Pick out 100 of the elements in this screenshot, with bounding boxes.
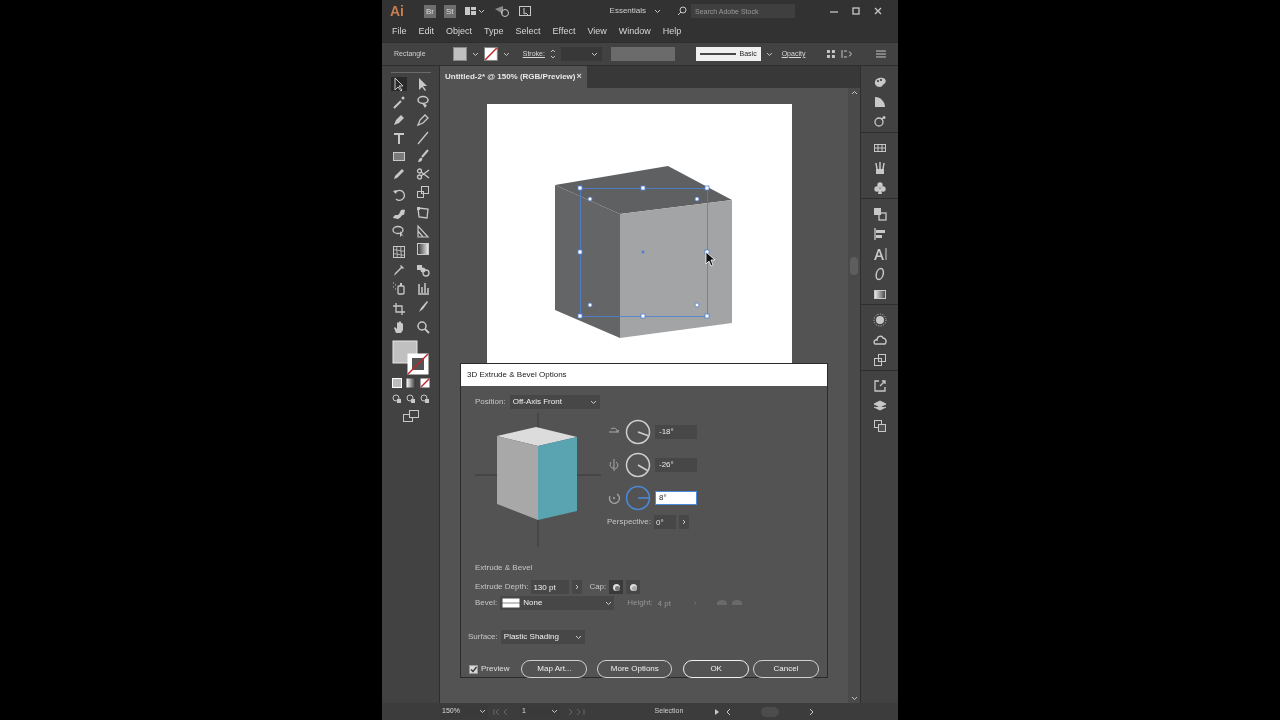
line-icon[interactable] [415,131,430,145]
chevron-up-icon[interactable] [850,90,858,95]
shape-builder-icon[interactable] [391,224,406,238]
position-dropdown[interactable]: Off-Axis Front [509,395,600,409]
asset-export-icon[interactable] [872,353,887,367]
chevron-down-icon[interactable] [850,696,858,701]
dialog-button[interactable]: More Options [597,660,673,678]
chevron-left-icon[interactable] [726,707,731,716]
chevron-down-icon[interactable] [472,51,480,57]
gradient-icon[interactable] [415,242,430,256]
cap-off-button[interactable] [626,580,641,594]
extrude-depth-field[interactable]: 130 pt [531,580,570,594]
document-tab[interactable]: Untitled-2* @ 150% (RGB/Preview)× [440,66,587,88]
symbol-sprayer-icon[interactable] [391,281,406,295]
scissors-icon[interactable] [415,167,430,181]
rectangle-icon[interactable] [391,149,406,163]
cube-preview-drawing[interactable] [497,427,577,520]
maximize-icon[interactable] [852,7,860,15]
workspace-switcher[interactable]: Essentials [609,5,662,17]
color-mode-icon[interactable] [391,378,402,388]
stepper-icon[interactable] [549,48,556,60]
gradient-mode-icon[interactable] [405,378,416,388]
align-icon[interactable] [872,227,887,241]
curvature-pen-icon[interactable] [415,113,430,127]
bar-graph-icon[interactable] [415,281,430,295]
selection-arrow-icon[interactable] [391,77,406,91]
selection-bounding-box[interactable] [577,185,710,319]
paintbrush-icon[interactable] [415,149,430,163]
palette-icon[interactable] [872,75,887,89]
glyph-o-icon[interactable] [872,267,887,281]
rotation-dial[interactable] [625,451,651,478]
play-icon[interactable] [714,707,720,716]
search-icon[interactable] [415,320,430,334]
menu-item[interactable]: Type [484,25,504,39]
close-icon[interactable] [874,7,882,15]
warp-icon[interactable] [391,206,406,220]
search-icon[interactable] [677,6,688,16]
free-transform-icon[interactable] [415,206,430,220]
rotation-field[interactable]: -26° [655,457,697,472]
pathfinder-icon[interactable] [872,207,887,221]
rotate-icon[interactable] [391,188,406,202]
export-icon[interactable] [872,379,887,393]
perspective-field[interactable]: 0° [654,515,677,529]
pen-icon[interactable] [391,113,406,127]
layers-icon[interactable] [872,399,887,413]
horizontal-scrollbar[interactable] [724,705,816,718]
menu-item[interactable]: Object [446,25,473,39]
tab-close-button[interactable]: × [576,70,582,84]
surface-dropdown[interactable]: Plastic Shading [500,630,585,644]
chevron-down-icon[interactable] [502,51,510,57]
menu-item[interactable]: View [587,25,607,39]
checkbox-icon[interactable] [469,664,478,674]
menu-item[interactable]: File [392,25,407,39]
eyedropper-icon[interactable] [391,263,406,277]
artboards-icon[interactable] [872,419,887,433]
globe-link-icon[interactable] [872,115,887,129]
preview-checkbox[interactable]: Preview [469,663,510,675]
stroke-weight-field[interactable] [560,47,603,61]
hand-icon[interactable] [391,320,406,334]
transparency-icon[interactable] [872,287,887,301]
bridge-button[interactable]: Br [424,4,436,18]
artboard-icon[interactable] [391,302,406,316]
perspective-grid-icon[interactable] [415,224,430,238]
layout-icon[interactable] [463,5,486,17]
stroke-none-swatch[interactable] [484,47,498,61]
scale-icon[interactable] [415,185,430,199]
gradient-wedge-icon[interactable] [872,95,887,109]
slider-toggle-button[interactable] [679,515,690,529]
magic-wand-icon[interactable] [391,95,406,109]
none-mode-icon[interactable] [419,378,430,388]
club-icon[interactable] [872,181,887,195]
screen-mode-icon[interactable] [402,410,419,422]
type-tool-icon[interactable] [391,131,406,145]
menu-item[interactable]: Help [662,25,682,39]
align-icon[interactable] [841,49,854,59]
chevron-right-icon[interactable] [809,707,814,716]
swatches-icon[interactable] [872,141,887,155]
cap-on-button[interactable] [609,580,624,594]
recolor-icon[interactable] [826,49,837,59]
cube-preview[interactable] [475,413,601,547]
variable-width-field[interactable] [611,47,675,61]
rotation-field[interactable]: 8° [655,490,697,505]
vertical-scrollbar[interactable] [848,88,860,703]
character-icon[interactable] [872,247,887,261]
dialog-button[interactable]: Map Art... [521,660,588,678]
mesh-icon[interactable] [391,245,406,259]
menu-icon[interactable] [876,50,886,58]
dialog-button[interactable]: Cancel [753,660,819,678]
chevron-down-icon[interactable] [765,51,773,57]
draw-inside-icon[interactable] [419,394,430,404]
sun-icon[interactable] [872,313,887,327]
pencil-icon[interactable] [391,167,406,181]
rotation-field[interactable]: -18° [655,424,697,439]
slider-toggle-button[interactable] [572,580,583,594]
lasso-icon[interactable] [415,95,430,109]
stock-button[interactable]: St [444,4,456,18]
draw-behind-icon[interactable] [405,394,416,404]
menu-item[interactable]: Effect [552,25,576,39]
bevel-dropdown[interactable]: None [500,596,615,610]
menu-item[interactable]: Window [618,25,651,39]
